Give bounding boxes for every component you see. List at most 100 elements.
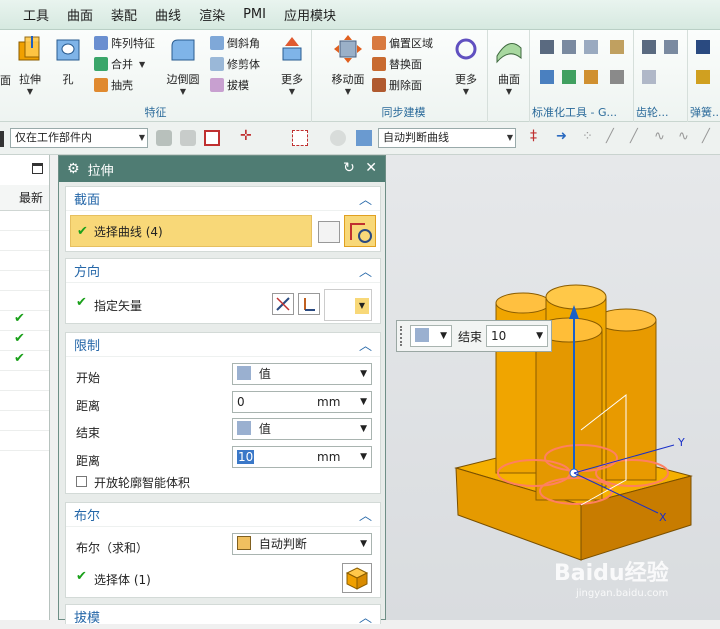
menu-curve[interactable]: 曲线: [146, 5, 190, 24]
unite-button[interactable]: 合并 ▼: [94, 55, 145, 73]
table-row[interactable]: [0, 251, 49, 271]
collapse-icon[interactable]: ︿: [359, 261, 372, 280]
offset-region-button[interactable]: 偏置区域: [372, 34, 433, 52]
collapse-icon[interactable]: ︿: [359, 505, 372, 524]
curve-select-icon[interactable]: [344, 215, 376, 247]
shell-button[interactable]: 抽壳: [94, 76, 133, 94]
end-type-mini-dropdown[interactable]: ▼: [410, 325, 452, 347]
table-row[interactable]: ✔: [0, 311, 49, 331]
line-icon[interactable]: ╱: [606, 129, 622, 145]
float-end-input[interactable]: 10 ▼: [486, 325, 549, 347]
menu-tools[interactable]: 工具: [14, 5, 58, 24]
replace-face-button[interactable]: 替换面: [372, 55, 422, 73]
model-view[interactable]: Y X Baidu经验 jingyan.baidu.com: [386, 155, 720, 620]
menu-pmi[interactable]: PMI: [234, 7, 275, 22]
hole-button[interactable]: 孔: [46, 34, 90, 87]
pattern-feature-button[interactable]: 阵列特征: [94, 34, 155, 52]
curve-icon[interactable]: ╱: [702, 129, 718, 145]
draft-button[interactable]: 拔模: [210, 76, 249, 94]
open-profile-checkbox[interactable]: [76, 476, 87, 487]
tool-icon[interactable]: [562, 40, 576, 54]
reverse-direction-icon[interactable]: [272, 293, 294, 315]
vector-type-dropdown[interactable]: ▼: [324, 289, 372, 321]
menu-surface[interactable]: 曲面: [58, 5, 102, 24]
end-distance-input[interactable]: 10 mm ▼: [232, 446, 372, 468]
limits-header[interactable]: 限制 ︿: [66, 333, 380, 357]
boolean-type-dropdown[interactable]: 自动判断 ▼: [232, 533, 372, 555]
start-type-dropdown[interactable]: 值 ▼: [232, 363, 372, 385]
surface-button[interactable]: 曲面 ▼: [488, 34, 530, 96]
tool-icon[interactable]: [610, 70, 624, 84]
chamfer-button[interactable]: 倒斜角: [210, 34, 260, 52]
collapse-icon[interactable]: ︿: [359, 335, 372, 354]
table-row[interactable]: [0, 391, 49, 411]
start-distance-input[interactable]: 0 mm ▼: [232, 391, 372, 413]
chevron-down-icon[interactable]: ▼: [488, 87, 530, 96]
end-type-dropdown[interactable]: 值 ▼: [232, 418, 372, 440]
menu-render[interactable]: 渲染: [190, 5, 234, 24]
direction-header[interactable]: 方向 ︿: [66, 259, 380, 283]
chevron-down-icon[interactable]: ▼: [270, 87, 314, 96]
grip-icon[interactable]: [400, 326, 404, 346]
menu-assembly[interactable]: 装配: [102, 5, 146, 24]
tool-icon[interactable]: [584, 70, 598, 84]
trim-body-button[interactable]: 修剪体: [210, 55, 260, 73]
gear-icon[interactable]: [642, 70, 656, 84]
table-row[interactable]: [0, 371, 49, 391]
table-row[interactable]: ✔: [0, 351, 49, 371]
table-row[interactable]: [0, 431, 49, 451]
vector-dialog-icon[interactable]: [298, 293, 320, 315]
feature-more-button[interactable]: 更多 ▼: [270, 34, 314, 96]
move-face-button[interactable]: 移动面 ▼: [324, 34, 372, 96]
tool-icon[interactable]: [584, 40, 598, 54]
curve-rule-combo[interactable]: 自动判断曲线 ▼: [378, 128, 516, 148]
spring-icon[interactable]: [696, 40, 710, 54]
chevron-down-icon[interactable]: ▼: [444, 87, 488, 96]
axis-icon[interactable]: ✛: [240, 128, 256, 144]
filter-icon[interactable]: [180, 130, 196, 146]
draft-header[interactable]: 拔模 ︿: [66, 605, 380, 629]
filter-icon[interactable]: [156, 130, 172, 146]
gear-icon[interactable]: ⚙: [67, 161, 80, 177]
edge-blend-button[interactable]: 边倒圆 ▼: [160, 34, 206, 96]
selection-scope-combo[interactable]: 仅在工作部件内 ▼: [10, 128, 148, 148]
delete-face-button[interactable]: 删除面: [372, 76, 422, 94]
follow-fillet-icon[interactable]: ➜: [556, 129, 572, 145]
table-row[interactable]: [0, 271, 49, 291]
sync-more-button[interactable]: 更多 ▼: [444, 34, 488, 96]
select-curve-row[interactable]: ✔ 选择曲线 (4): [70, 215, 312, 247]
spline-icon[interactable]: ∿: [678, 129, 694, 145]
gear-icon[interactable]: [642, 40, 656, 54]
select-body-button[interactable]: [342, 563, 372, 593]
close-icon[interactable]: ✕: [365, 160, 377, 176]
snap-point-icon[interactable]: [204, 130, 220, 146]
tool-icon[interactable]: [610, 40, 624, 54]
chevron-down-icon[interactable]: ▼: [139, 60, 145, 69]
table-row[interactable]: [0, 291, 49, 311]
tool-icon[interactable]: [540, 40, 554, 54]
menu-app-modules[interactable]: 应用模块: [275, 5, 345, 24]
stop-at-intersection-icon[interactable]: ‡: [530, 128, 546, 144]
face-select-icon[interactable]: [330, 130, 346, 146]
table-row[interactable]: ✔: [0, 331, 49, 351]
boolean-header[interactable]: 布尔 ︿: [66, 503, 380, 527]
table-row[interactable]: [0, 231, 49, 251]
spring-icon[interactable]: [696, 70, 710, 84]
box-select-icon[interactable]: [292, 130, 308, 146]
reset-icon[interactable]: ↻: [343, 160, 355, 176]
table-row[interactable]: [0, 211, 49, 231]
chain-icon[interactable]: ⁘: [582, 129, 598, 145]
gear-icon[interactable]: [664, 40, 678, 54]
tangent-icon[interactable]: ╱: [630, 129, 646, 145]
wave-icon[interactable]: ∿: [654, 129, 670, 145]
chevron-down-icon[interactable]: ▼: [8, 87, 52, 96]
sketch-section-icon[interactable]: [318, 221, 340, 243]
collapse-icon[interactable]: ︿: [359, 189, 372, 208]
maximize-icon[interactable]: [32, 163, 43, 174]
table-row[interactable]: [0, 411, 49, 431]
body-select-icon[interactable]: [356, 130, 372, 146]
tool-icon[interactable]: [540, 70, 554, 84]
chevron-down-icon[interactable]: ▼: [160, 87, 206, 96]
tool-icon[interactable]: [562, 70, 576, 84]
graphics-viewport[interactable]: Y X Baidu经验 jingyan.baidu.com: [386, 155, 720, 620]
